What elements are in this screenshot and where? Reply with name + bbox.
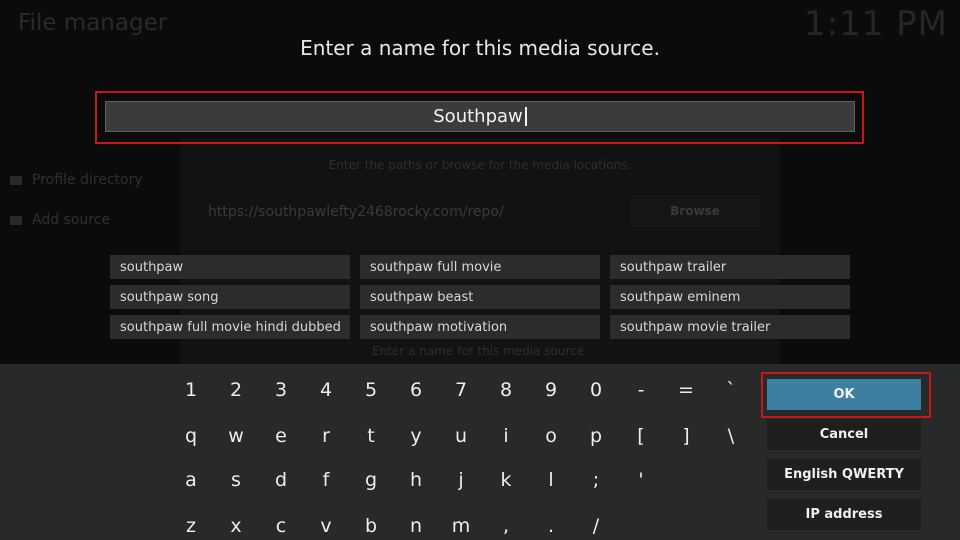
key[interactable]: p	[576, 422, 616, 450]
sidebar-item-label: Profile directory	[32, 172, 143, 188]
key[interactable]: ]	[666, 422, 706, 450]
name-input-value: Southpaw	[433, 106, 523, 127]
suggestion-item[interactable]: southpaw eminem	[610, 285, 850, 309]
background-source-url: https://southpawlefty2468rocky.com/repo/	[208, 204, 504, 220]
key[interactable]: d	[261, 466, 301, 494]
folder-icon	[10, 175, 22, 185]
key[interactable]: 1	[171, 376, 211, 404]
key[interactable]: .	[531, 512, 571, 540]
paths-hint: Enter the paths or browse for the media …	[328, 158, 632, 172]
key[interactable]: w	[216, 422, 256, 450]
folder-icon	[10, 215, 22, 225]
key[interactable]: v	[306, 512, 346, 540]
key[interactable]: f	[306, 466, 346, 494]
dialog-heading: Enter a name for this media source.	[300, 36, 660, 60]
key[interactable]: ;	[576, 466, 616, 494]
suggestion-item[interactable]: southpaw beast	[360, 285, 600, 309]
keyboard-layout-button[interactable]: English QWERTY	[767, 459, 921, 490]
key[interactable]: a	[171, 466, 211, 494]
key[interactable]: y	[396, 422, 436, 450]
name-hint: Enter a name for this media source.	[372, 344, 588, 358]
key[interactable]: /	[576, 512, 616, 540]
key[interactable]: '	[621, 466, 661, 494]
key[interactable]: 3	[261, 376, 301, 404]
key[interactable]: 9	[531, 376, 571, 404]
key[interactable]: m	[441, 512, 481, 540]
key[interactable]: =	[666, 376, 706, 404]
key[interactable]: j	[441, 466, 481, 494]
key[interactable]: 0	[576, 376, 616, 404]
key[interactable]: u	[441, 422, 481, 450]
key[interactable]: s	[216, 466, 256, 494]
key[interactable]: ,	[486, 512, 526, 540]
key[interactable]: x	[216, 512, 256, 540]
suggestion-item[interactable]: southpaw trailer	[610, 255, 850, 279]
ok-button[interactable]: OK	[767, 379, 921, 410]
key[interactable]: -	[621, 376, 661, 404]
key[interactable]: q	[171, 422, 211, 450]
key[interactable]: e	[261, 422, 301, 450]
key[interactable]: 7	[441, 376, 481, 404]
key[interactable]: n	[396, 512, 436, 540]
key[interactable]: i	[486, 422, 526, 450]
background-browse-button: Browse	[630, 195, 760, 227]
key[interactable]: g	[351, 466, 391, 494]
ip-address-button[interactable]: IP address	[767, 499, 921, 530]
key[interactable]: t	[351, 422, 391, 450]
key[interactable]: c	[261, 512, 301, 540]
suggestion-item[interactable]: southpaw motivation	[360, 315, 600, 339]
key[interactable]: [	[621, 422, 661, 450]
key[interactable]: 4	[306, 376, 346, 404]
suggestion-item[interactable]: southpaw movie trailer	[610, 315, 850, 339]
text-caret	[524, 107, 527, 126]
name-input[interactable]: Southpaw	[105, 101, 855, 132]
suggestion-item[interactable]: southpaw song	[110, 285, 350, 309]
key[interactable]: 2	[216, 376, 256, 404]
key[interactable]: \	[711, 422, 751, 450]
suggestion-item[interactable]: southpaw	[110, 255, 350, 279]
suggestion-item[interactable]: southpaw full movie	[360, 255, 600, 279]
key[interactable]: b	[351, 512, 391, 540]
sidebar-item-profile-directory: Profile directory	[10, 172, 143, 188]
key[interactable]: z	[171, 512, 211, 540]
suggestion-item[interactable]: southpaw full movie hindi dubbed	[110, 315, 350, 339]
sidebar-item-label: Add source	[32, 212, 111, 228]
key[interactable]: 5	[351, 376, 391, 404]
key[interactable]: o	[531, 422, 571, 450]
key[interactable]: k	[486, 466, 526, 494]
sidebar-item-add-source: Add source	[10, 212, 110, 228]
key[interactable]: l	[531, 466, 571, 494]
key[interactable]: `	[711, 376, 751, 404]
key[interactable]: h	[396, 466, 436, 494]
key[interactable]: 8	[486, 376, 526, 404]
background-title: File manager	[18, 10, 168, 36]
key[interactable]: r	[306, 422, 346, 450]
key[interactable]: 6	[396, 376, 436, 404]
cancel-button[interactable]: Cancel	[767, 419, 921, 450]
